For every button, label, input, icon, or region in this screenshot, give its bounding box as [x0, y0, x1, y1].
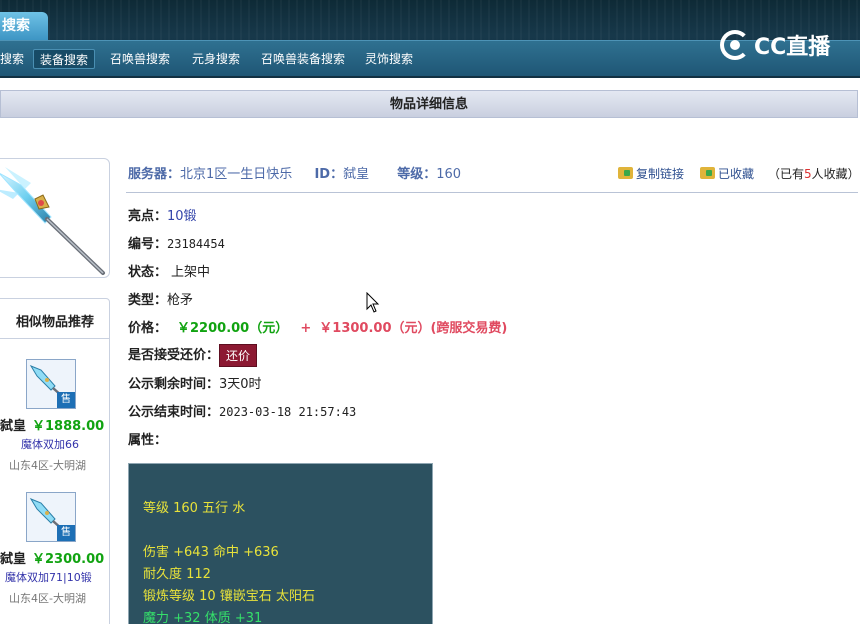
- similar-item-attr: 魔体双加71|10锻: [5, 571, 92, 584]
- status-row: 状态： 上架中: [128, 265, 211, 280]
- similar-item-server: 山东4区-大明湖: [9, 459, 86, 472]
- item-image: [0, 158, 110, 278]
- favorited-label: 已收藏: [718, 167, 755, 181]
- attributes-row: 属性：: [128, 433, 168, 448]
- mouse-cursor-icon: [366, 292, 380, 313]
- nav-item-search[interactable]: 搜索: [0, 49, 30, 69]
- similar-items-title: 相似物品推荐: [15, 315, 94, 330]
- favorited-button[interactable]: 已收藏: [700, 165, 754, 182]
- similar-item-price: ￥2300.00: [32, 552, 105, 567]
- section-title: 物品详细信息: [0, 90, 858, 118]
- server-value: 北京1区一生日快乐: [180, 167, 293, 182]
- remaining-time-value: 3天0时: [219, 377, 262, 392]
- main-search-tab[interactable]: 搜索: [0, 12, 48, 40]
- type-value: 枪矛: [167, 293, 194, 308]
- logo-text: CC直播: [754, 35, 831, 60]
- highlight-row: 亮点：10锻: [128, 209, 197, 224]
- status-value: 上架中: [171, 265, 211, 280]
- number-value: 23184454: [167, 237, 225, 251]
- price-row: 价格： ￥2200.00（元） + ￥1300.00（元）(跨服交易费): [128, 321, 508, 336]
- similar-item-name[interactable]: 弑皇: [0, 548, 26, 567]
- folder-copy-icon: [618, 167, 633, 179]
- copy-link-label: 复制链接: [636, 167, 685, 181]
- similar-item-attr: 魔体双加66: [21, 438, 79, 451]
- counter-offer-button[interactable]: 还价: [219, 344, 258, 367]
- id-label: ID：: [314, 167, 344, 182]
- attr-level-element: 等级 160 五行 水: [143, 501, 246, 516]
- sell-tag: 售: [57, 525, 75, 541]
- similar-item-server: 山东4区-大明湖: [9, 592, 86, 605]
- nav-item-equipment-search[interactable]: 装备搜索: [33, 49, 96, 69]
- similar-item-thumb[interactable]: 售: [26, 492, 76, 542]
- spear-weapon-icon: [0, 167, 105, 275]
- favorite-count: （已有5人收藏）: [768, 167, 860, 181]
- nav-item-summon-search[interactable]: 召唤兽搜索: [104, 49, 176, 69]
- number-row: 编号：23184454: [128, 237, 225, 252]
- type-row: 类型：枪矛: [128, 293, 194, 308]
- cc-logo: CC直播: [720, 28, 830, 62]
- level-value: 160: [436, 167, 462, 182]
- id-value: 弑皇: [343, 167, 370, 182]
- end-time-value: 2023-03-18 21:57:43: [219, 405, 357, 419]
- attr-durability: 耐久度 112: [143, 567, 211, 582]
- remaining-time-row: 公示剩余时间：3天0时: [128, 377, 262, 392]
- sell-tag: 售: [57, 392, 75, 408]
- similar-divider: [0, 338, 110, 339]
- end-time-row: 公示结束时间：2023-03-18 21:57:43: [128, 405, 357, 420]
- copy-link-button[interactable]: 复制链接: [618, 165, 684, 182]
- highlight-value: 10锻: [167, 209, 197, 224]
- server-label: 服务器：: [128, 167, 181, 182]
- similar-item-thumb[interactable]: 售: [26, 359, 76, 409]
- attr-magic-constitution: 魔力 +32 体质 +31: [143, 611, 263, 624]
- nav-item-yuanshen-search[interactable]: 元身搜索: [186, 49, 246, 69]
- attr-damage-hit: 伤害 +643 命中 +636: [143, 545, 279, 560]
- nav-item-ornament-search[interactable]: 灵饰搜索: [359, 49, 419, 69]
- header-divider: [126, 192, 858, 193]
- cc-logo-icon: [720, 30, 750, 60]
- nav-item-summon-equipment-search[interactable]: 召唤兽装备搜索: [255, 49, 351, 69]
- attribute-panel: 等级 160 五行 水 伤害 +643 命中 +636 耐久度 112 锻炼等级…: [128, 463, 433, 624]
- price-fee: ￥1300.00（元）(跨服交易费): [319, 321, 508, 336]
- level-label: 等级：: [397, 167, 437, 182]
- price-plus: +: [300, 321, 312, 336]
- similar-item-name[interactable]: 弑皇: [0, 415, 26, 434]
- folder-fav-icon: [700, 167, 715, 179]
- price-main: ￥2200.00（元）: [177, 321, 289, 336]
- attr-forge-gem: 锻炼等级 10 镶嵌宝石 太阳石: [143, 589, 315, 604]
- counter-offer-row: 是否接受还价： 还价: [128, 344, 258, 367]
- similar-item-price: ￥1888.00: [32, 419, 105, 434]
